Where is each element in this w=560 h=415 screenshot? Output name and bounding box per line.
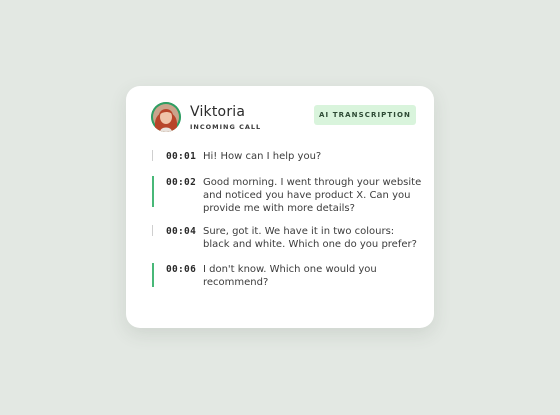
call-status: INCOMING CALL xyxy=(190,123,262,131)
message-text: Sure, got it. We have it in two colours:… xyxy=(203,226,417,250)
timestamp: 00:01 xyxy=(166,151,197,162)
line-marker xyxy=(152,150,153,161)
message-text: Hi! How can I help you? xyxy=(203,151,322,162)
timestamp: 00:04 xyxy=(166,226,197,237)
timestamp: 00:02 xyxy=(166,177,197,188)
avatar xyxy=(151,102,181,132)
line-marker xyxy=(152,225,153,236)
message-text: Good morning. I went through your websit… xyxy=(203,177,422,214)
transcription-card: Viktoria INCOMING CALL AI TRANSCRIPTION … xyxy=(126,86,434,328)
avatar-photo xyxy=(151,102,181,132)
contact-name: Viktoria xyxy=(190,104,246,120)
message-text: I don't know. Which one would you recomm… xyxy=(203,264,377,288)
ai-transcription-badge: AI TRANSCRIPTION xyxy=(314,105,416,125)
line-marker xyxy=(152,263,154,287)
timestamp: 00:06 xyxy=(166,264,197,275)
line-marker xyxy=(152,176,154,207)
